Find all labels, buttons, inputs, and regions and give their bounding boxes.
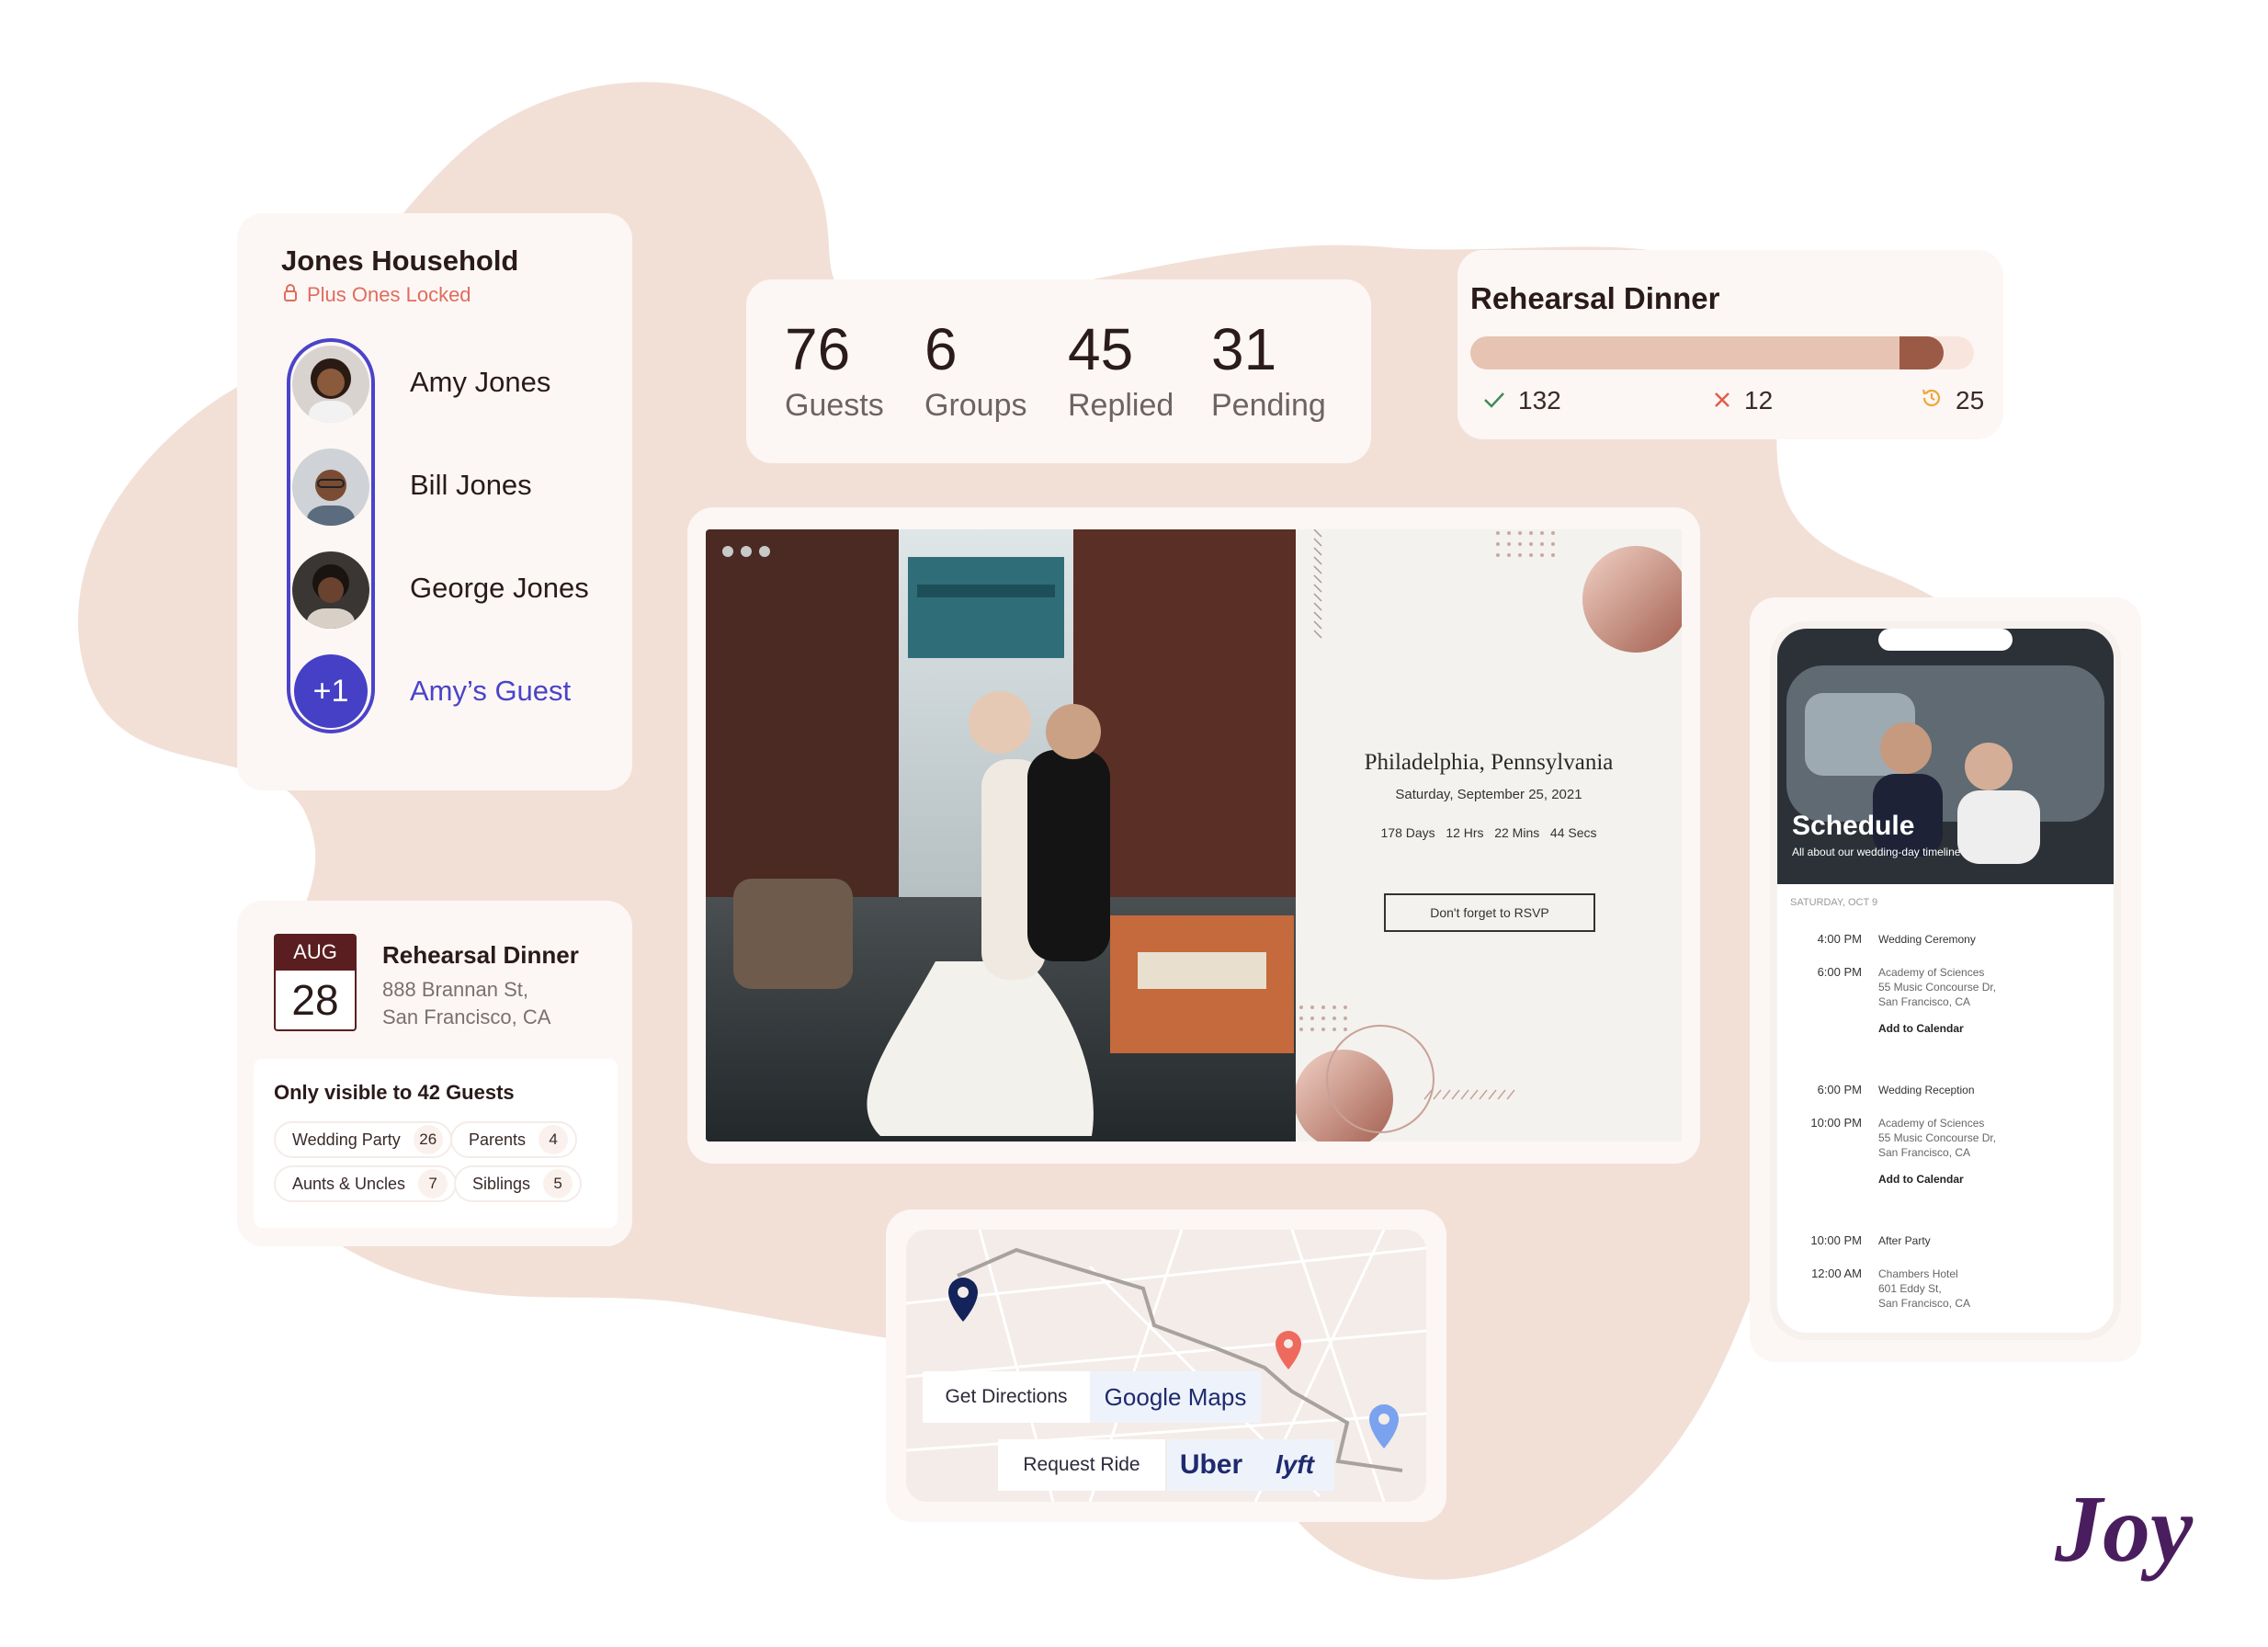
- request-ride-button[interactable]: Request Ride: [998, 1439, 1165, 1491]
- visibility-text: Only visible to 42 Guests: [274, 1081, 515, 1104]
- item-start-time: 4:00 PM: [1817, 932, 1862, 946]
- wedding-city: Philadelphia, Pennsylvania: [1364, 750, 1614, 775]
- add-to-calendar-link[interactable]: Add to Calendar: [1878, 1022, 1964, 1035]
- uber-button[interactable]: Uber: [1167, 1439, 1255, 1491]
- item-address: 55 Music Concourse Dr,: [1878, 981, 1997, 994]
- rsvp-progress-accepted: [1899, 336, 1944, 369]
- stat-label: Replied: [1068, 388, 1174, 423]
- address-line: 888 Brannan St,: [382, 978, 529, 1001]
- chip-count: 4: [539, 1125, 569, 1154]
- item-venue: Academy of Sciences: [1878, 966, 1985, 979]
- item-end-time: 12:00 AM: [1811, 1266, 1862, 1280]
- rehearsal-title: Rehearsal Dinner: [1470, 281, 1720, 315]
- stat-value: 76: [785, 316, 851, 382]
- stat-guests: 76 Guests: [785, 320, 884, 424]
- schedule-title: Schedule: [1792, 811, 1915, 841]
- schedule-subtitle: All about our wedding-day timeline: [1792, 846, 1961, 858]
- plus-ones-locked: Plus Ones Locked: [283, 283, 471, 307]
- member-name: George Jones: [410, 572, 589, 604]
- pending-stat: 25: [1921, 386, 1984, 415]
- lock-text: Plus Ones Locked: [307, 283, 471, 306]
- declined-stat: 12: [1713, 386, 1773, 415]
- lyft-button[interactable]: lyft: [1255, 1439, 1334, 1491]
- item-address: San Francisco, CA: [1878, 995, 1971, 1008]
- event-address: 888 Brannan St, San Francisco, CA: [382, 976, 550, 1031]
- clock-icon: [1921, 386, 1943, 415]
- avatar-george[interactable]: [292, 551, 369, 629]
- event-title: Rehearsal Dinner: [382, 941, 579, 969]
- check-icon: [1483, 386, 1505, 415]
- chip-count: 5: [543, 1169, 573, 1198]
- item-start-time: 6:00 PM: [1817, 1083, 1862, 1096]
- avatar-bill[interactable]: [292, 449, 369, 526]
- plus-one-badge[interactable]: +1: [294, 654, 368, 728]
- stat-value: 6: [924, 316, 958, 382]
- group-chip-wedding-party[interactable]: Wedding Party 26: [274, 1121, 452, 1158]
- lock-icon: [283, 283, 298, 307]
- stat-value: 45: [1068, 316, 1134, 382]
- stat-value: 31: [1211, 316, 1277, 382]
- item-address: 601 Eddy St,: [1878, 1282, 1942, 1295]
- item-name: Wedding Reception: [1878, 1084, 1975, 1096]
- rsvp-progress-fill: [1470, 336, 1944, 369]
- item-address: 55 Music Concourse Dr,: [1878, 1131, 1997, 1144]
- chip-label: Aunts & Uncles: [292, 1174, 406, 1193]
- lyft-logo: lyft: [1276, 1450, 1314, 1479]
- stat-groups: 6 Groups: [924, 320, 1027, 424]
- google-maps-button[interactable]: Google Maps: [1090, 1371, 1261, 1423]
- calendar-day: 28: [274, 971, 357, 1031]
- wedding-website-panel: Philadelphia, Pennsylvania Saturday, Sep…: [1296, 529, 1682, 1142]
- stat-label: Groups: [924, 388, 1027, 423]
- google-maps-logo: Google Maps: [1104, 1382, 1247, 1411]
- address-line: San Francisco, CA: [382, 1005, 551, 1028]
- stat-replied: 45 Replied: [1068, 320, 1174, 424]
- stat-pending: 31 Pending: [1211, 320, 1326, 424]
- rsvp-button[interactable]: Don't forget to RSVP: [1384, 893, 1595, 932]
- accepted-count: 132: [1518, 386, 1561, 415]
- household-title: Jones Household: [281, 244, 519, 277]
- add-to-calendar-link[interactable]: Add to Calendar: [1878, 1173, 1964, 1186]
- schedule-day: SATURDAY, OCT 9: [1790, 897, 1878, 908]
- item-end-time: 6:00 PM: [1817, 965, 1862, 979]
- couple-photo: [706, 529, 1296, 1142]
- group-chip-aunts-uncles[interactable]: Aunts & Uncles 7: [274, 1165, 458, 1202]
- item-venue: Chambers Hotel: [1878, 1267, 1958, 1280]
- origin-pin: [948, 1278, 978, 1322]
- chip-label: Wedding Party: [292, 1130, 401, 1149]
- wedding-date: Saturday, September 25, 2021: [1395, 787, 1582, 802]
- member-name: Amy Jones: [410, 366, 551, 398]
- chip-label: Siblings: [472, 1174, 531, 1193]
- wedding-countdown: 178 Days 12 Hrs 22 Mins 44 Secs: [1380, 825, 1597, 840]
- map-view[interactable]: [906, 1230, 1426, 1502]
- group-chip-parents[interactable]: Parents 4: [450, 1121, 578, 1158]
- calendar-month: AUG: [274, 934, 357, 971]
- stat-label: Pending: [1211, 388, 1326, 423]
- item-venue: Academy of Sciences: [1878, 1117, 1985, 1130]
- item-address: San Francisco, CA: [1878, 1297, 1971, 1310]
- close-icon: [1713, 386, 1731, 415]
- item-name: After Party: [1878, 1234, 1931, 1247]
- member-name: Bill Jones: [410, 469, 532, 501]
- plus-one-guest-label[interactable]: Amy’s Guest: [410, 675, 571, 708]
- item-name: Wedding Ceremony: [1878, 933, 1976, 946]
- item-start-time: 10:00 PM: [1810, 1233, 1862, 1247]
- pending-count: 25: [1956, 386, 1985, 415]
- item-end-time: 10:00 PM: [1810, 1116, 1862, 1130]
- rsvp-progress-bar: [1470, 336, 1974, 369]
- group-chip-siblings[interactable]: Siblings 5: [454, 1165, 583, 1202]
- chip-count: 26: [413, 1125, 443, 1154]
- get-directions-button[interactable]: Get Directions: [923, 1371, 1090, 1423]
- declined-count: 12: [1744, 386, 1774, 415]
- stat-label: Guests: [785, 388, 884, 423]
- joy-logo: Joy: [2055, 1476, 2194, 1582]
- uber-logo: Uber: [1179, 1449, 1243, 1480]
- accepted-stat: 132: [1483, 386, 1561, 415]
- chip-label: Parents: [469, 1130, 527, 1149]
- avatar-amy[interactable]: [292, 346, 369, 423]
- item-address: San Francisco, CA: [1878, 1146, 1971, 1159]
- chip-count: 7: [418, 1169, 448, 1198]
- phone-mockup: Schedule All about our wedding-day timel…: [1770, 621, 2121, 1340]
